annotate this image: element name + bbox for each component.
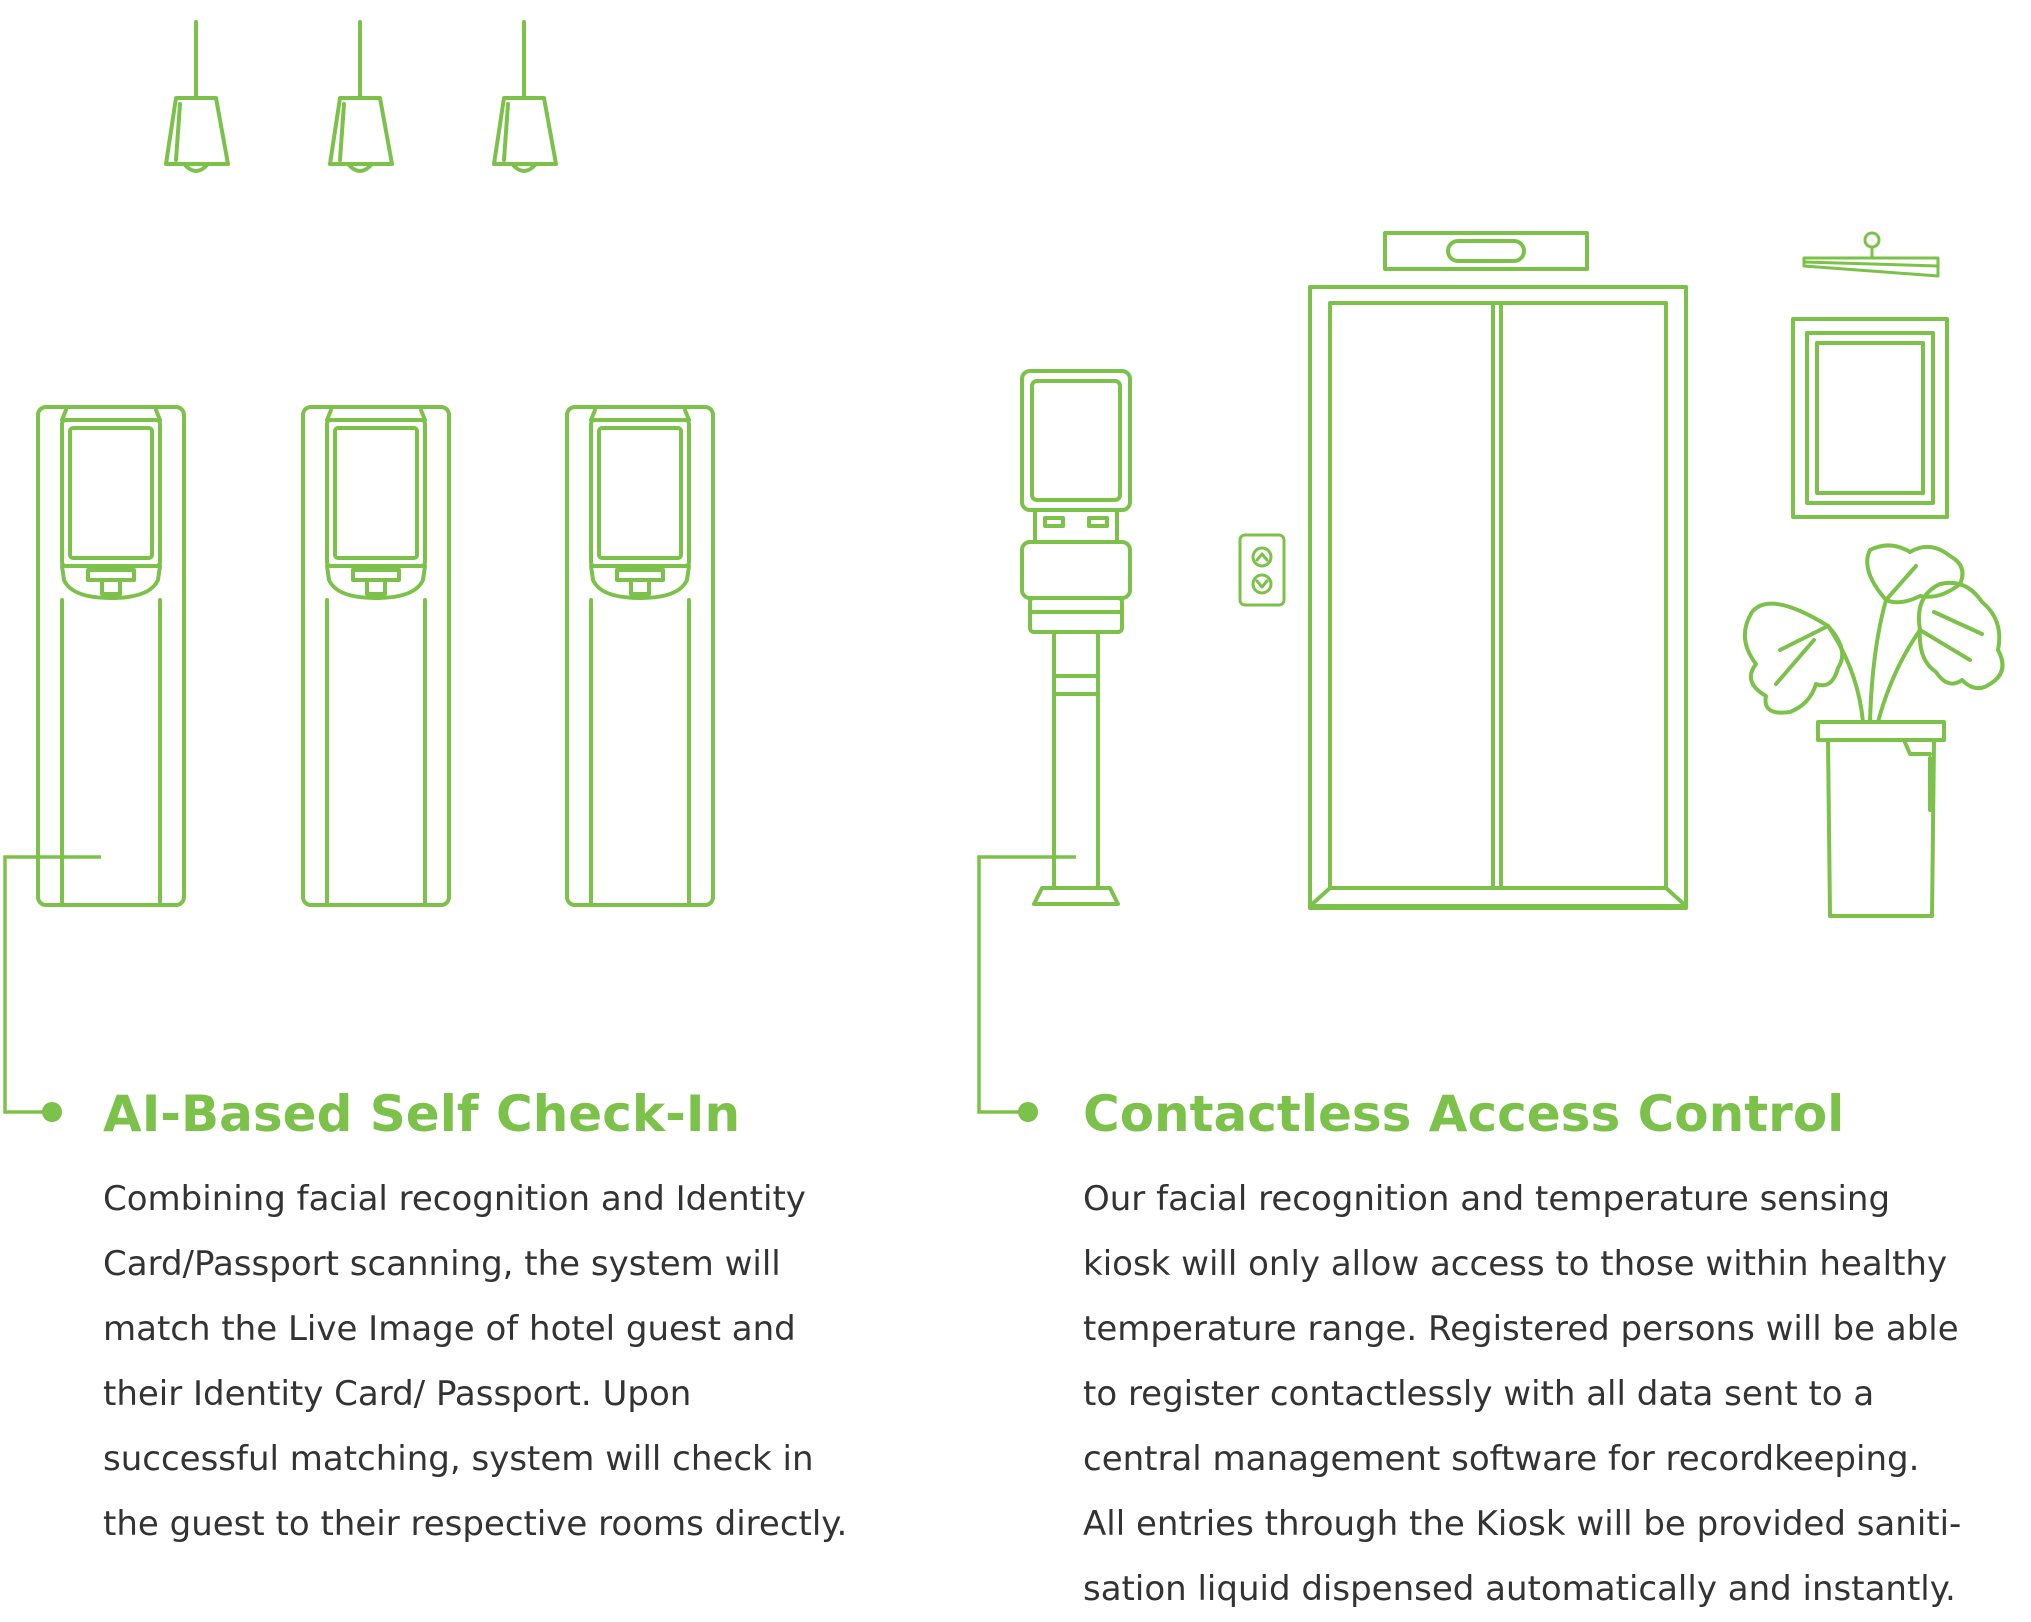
description-line: All entries through the Kiosk will be pr…	[1083, 1504, 1962, 1544]
potted-plant-icon	[1743, 543, 2005, 918]
feature-description: Our facial recognition and temperature s…	[1083, 1167, 1961, 1622]
description-line: Combining facial recognition and Identit…	[103, 1179, 806, 1219]
description-line: temperature range. Registered persons wi…	[1083, 1309, 1959, 1349]
description-line: Card/Passport scanning, the system will	[103, 1244, 781, 1284]
access-connector	[977, 855, 1076, 1122]
check-in-connector	[3, 855, 101, 1122]
check-in-kiosk-icon	[301, 405, 451, 907]
description-line: their Identity Card/ Passport. Upon	[103, 1374, 692, 1414]
check-in-kiosk-icon	[36, 405, 186, 907]
description-line: sation liquid dispensed automatically an…	[1083, 1569, 1956, 1609]
elevator-call-button-icon	[1238, 533, 1286, 607]
feature-title: AI-Based Self Check-In	[103, 1085, 741, 1143]
description-line: match the Live Image of hotel guest and	[103, 1309, 796, 1349]
description-line: Our facial recognition and temperature s…	[1083, 1179, 1891, 1219]
description-line: successful matching, system will check i…	[103, 1439, 814, 1479]
description-line: to register contactlessly with all data …	[1083, 1374, 1875, 1414]
exit-sign-icon	[1802, 231, 1940, 278]
temperature-kiosk-icon	[1020, 369, 1132, 906]
connector-dot	[1018, 1102, 1038, 1122]
check-in-kiosk-icon	[565, 405, 715, 907]
elevator-icon	[1308, 231, 1688, 910]
picture-frame-icon	[1791, 317, 1949, 519]
pendant-lamp-icon	[328, 20, 394, 173]
feature-title: Contactless Access Control	[1083, 1085, 1845, 1143]
pendant-lamp-icon	[164, 20, 230, 173]
description-line: the guest to their respective rooms dire…	[103, 1504, 848, 1544]
pendant-lamp-icon	[492, 20, 558, 173]
feature-description: Combining facial recognition and Identit…	[103, 1167, 847, 1557]
description-line: central management software for recordke…	[1083, 1439, 1920, 1479]
description-line: kiosk will only allow access to those wi…	[1083, 1244, 1948, 1284]
connector-dot	[42, 1102, 62, 1122]
